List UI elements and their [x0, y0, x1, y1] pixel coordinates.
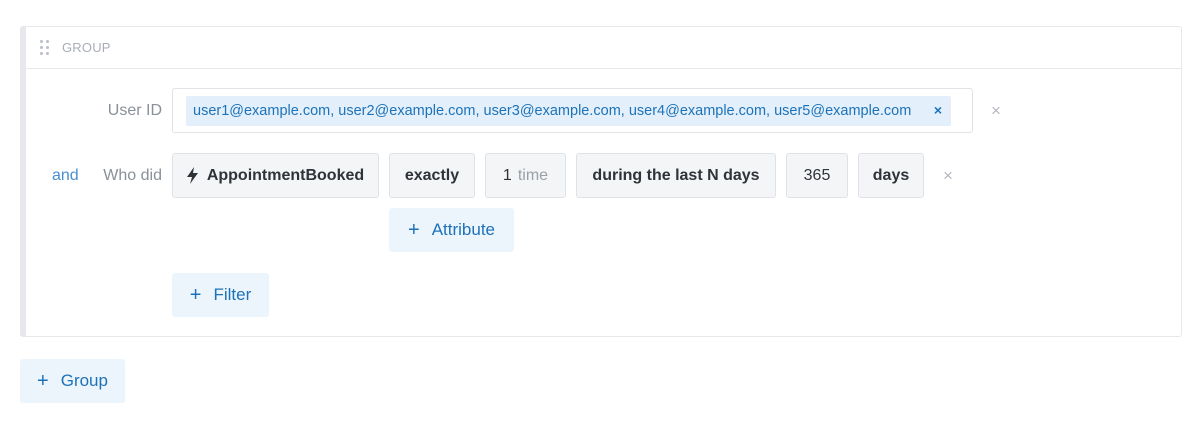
group-title: GROUP	[62, 40, 111, 55]
plus-icon: +	[37, 370, 49, 392]
and-connector[interactable]: and	[52, 167, 79, 185]
who-did-label: Who did	[103, 167, 162, 184]
event-select[interactable]: AppointmentBooked	[172, 153, 379, 198]
period-select[interactable]: during the last N days	[576, 153, 776, 198]
chip-remove-icon[interactable]: ×	[934, 102, 942, 118]
period-value: during the last N days	[592, 166, 760, 184]
add-group-label: Group	[60, 371, 108, 390]
count-unit: time	[517, 166, 549, 184]
count-input[interactable]: 1 time	[485, 153, 566, 198]
add-group-button[interactable]: + Group	[20, 359, 125, 403]
lightning-icon	[186, 167, 198, 184]
add-filter-label: Filter	[213, 285, 252, 304]
group-header: GROUP	[26, 27, 1181, 69]
operator-select[interactable]: exactly	[389, 153, 475, 198]
days-unit-select[interactable]: days	[858, 153, 924, 198]
remove-user-id-row-icon[interactable]: ×	[991, 101, 1001, 121]
plus-icon: +	[408, 219, 420, 241]
plus-icon: +	[189, 284, 202, 306]
user-id-chip: user1@example.com, user2@example.com, us…	[186, 96, 951, 126]
count-value: 1	[502, 166, 512, 184]
event-name: AppointmentBooked	[206, 166, 365, 184]
add-filter-button[interactable]: + Filter	[172, 273, 269, 317]
days-value: 365	[803, 166, 831, 184]
user-id-chip-text: user1@example.com, user2@example.com, us…	[193, 103, 912, 119]
days-unit: days	[872, 166, 910, 184]
user-id-label: User ID	[107, 102, 162, 119]
days-input[interactable]: 365	[786, 153, 848, 198]
add-attribute-label: Attribute	[431, 220, 495, 239]
add-attribute-button[interactable]: + Attribute	[389, 208, 514, 252]
operator-value: exactly	[404, 166, 460, 184]
drag-handle-icon[interactable]	[40, 40, 52, 56]
remove-event-row-icon[interactable]: ×	[943, 166, 953, 186]
